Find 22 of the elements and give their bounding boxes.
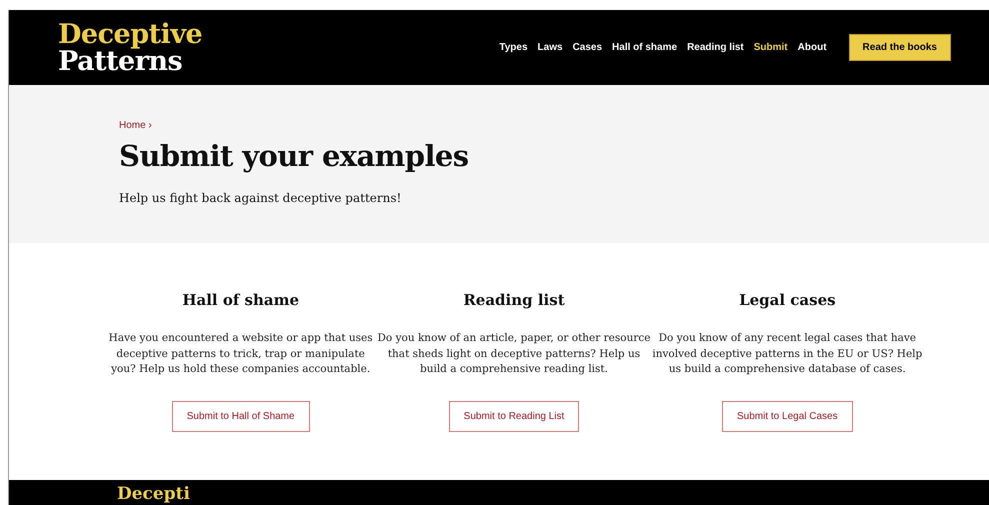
nav-link[interactable]: About	[798, 42, 827, 53]
footer-logo[interactable]: Decepti	[117, 483, 190, 505]
page-subtitle: Help us fight back against deceptive patterns!	[119, 191, 402, 205]
card-title: Legal cases	[739, 291, 836, 309]
card-description: Have you encountered a website or app that uses deceptive patterns to trick, trap or manipulate you? Help us hold these companies accountable.	[108, 331, 374, 377]
site-logo[interactable]: Deceptive Patterns	[58, 20, 202, 74]
nav-link[interactable]: Laws	[538, 42, 563, 53]
breadcrumb-link[interactable]: Home ›	[119, 120, 152, 131]
page-title: Submit your examples	[119, 139, 470, 173]
nav-link[interactable]: Types	[499, 42, 528, 53]
submit-button[interactable]: Submit to Legal Cases	[722, 401, 853, 432]
nav-link[interactable]: Hall of shame	[612, 42, 678, 53]
card-description: Do you know of any recent legal cases that have involved deceptive patterns in the EU or US? Help us build a comprehensive database of cases.	[651, 331, 924, 377]
submit-button[interactable]: Submit to Reading List	[448, 401, 580, 432]
nav-link[interactable]: Cases	[572, 42, 602, 53]
card-title: Reading list	[463, 291, 565, 309]
card-description: Do you know of an article, paper, or other resource that sheds light on deceptive patterns? Help us build a comprehensive reading list.	[377, 331, 651, 377]
nav-link[interactable]: Submit	[754, 42, 788, 53]
submit-button[interactable]: Submit to Hall of Shame	[172, 401, 310, 432]
nav-link[interactable]: Reading list	[687, 42, 744, 53]
card-title: Hall of shame	[182, 291, 299, 309]
read-books-button[interactable]: Read the books	[848, 34, 951, 61]
